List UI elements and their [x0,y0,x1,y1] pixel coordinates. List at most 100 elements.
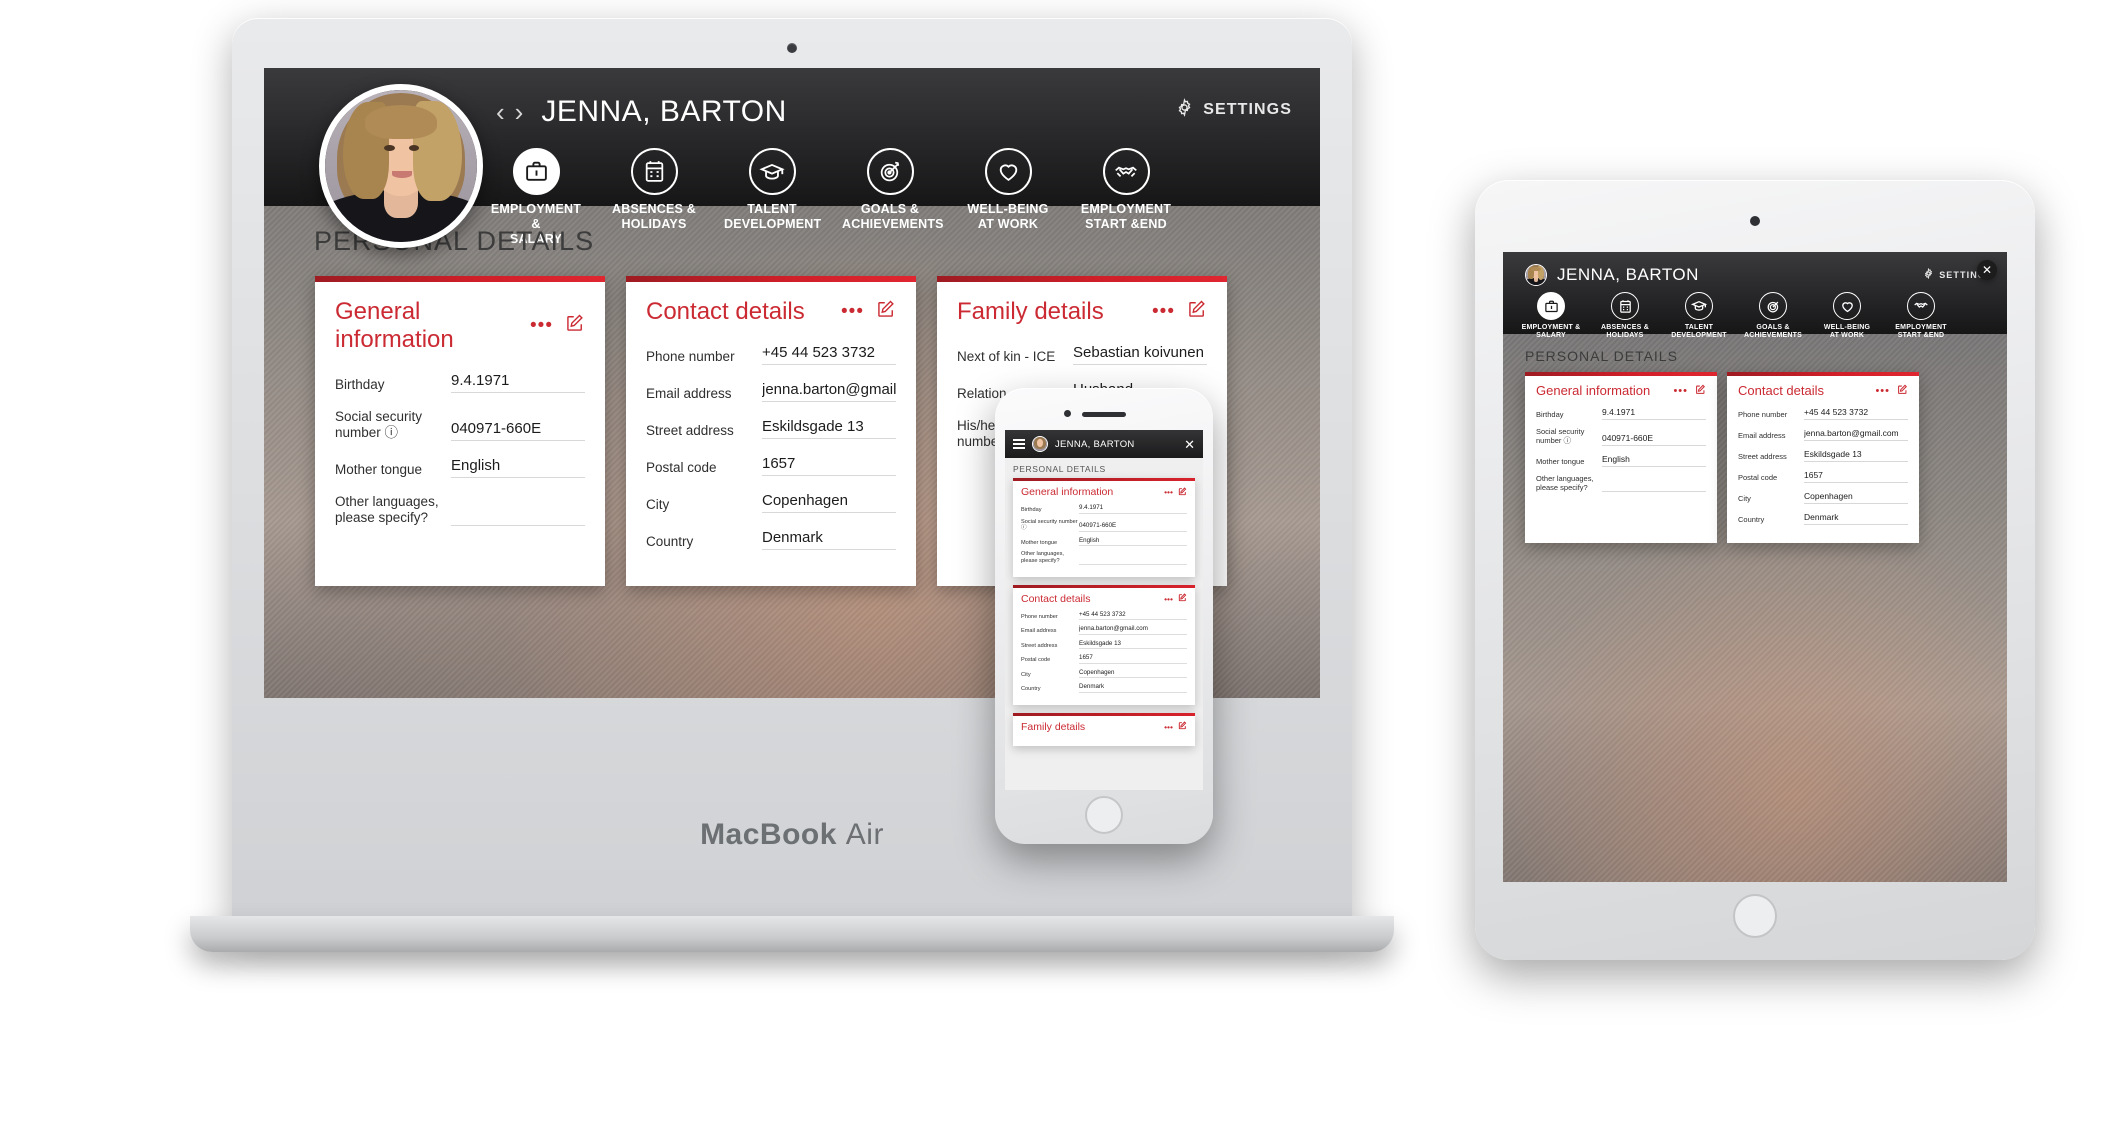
card-general-information: General information ••• Birthday 9.4.197… [1013,478,1195,577]
nav-item-employment-start-end[interactable]: EMPLOYMENT START &END [1078,148,1174,232]
card-title: General information [1536,383,1651,398]
field-value[interactable] [1079,556,1187,565]
field-label: Postal code [1021,657,1051,664]
field-row: Street address Eskildsgade 13 [1021,640,1187,650]
field-value[interactable]: Copenhagen [1079,669,1187,679]
field-value[interactable]: jenna.barton@gmail.com [1804,428,1908,441]
nav-item-employment-start-end[interactable]: EMPLOYMENT START &END [1889,292,1953,341]
field-label: Phone number [1021,613,1058,620]
field-value[interactable]: English [1079,537,1187,547]
field-value[interactable]: English [1602,454,1706,467]
more-options-button[interactable]: ••• [1164,487,1173,497]
edit-pencil-icon[interactable] [1178,486,1187,498]
more-options-button[interactable]: ••• [1673,385,1688,397]
field-value[interactable]: Denmark [1079,683,1187,693]
more-options-button[interactable]: ••• [1875,385,1890,397]
field-row: Social security number ⓘ 040971-660E [1536,427,1706,446]
field-label: Birthday [335,377,385,393]
nav-item-well-being-at-work[interactable]: WELL-BEING AT WORK [1815,292,1879,341]
field-value[interactable]: Eskildsgade 13 [1804,449,1908,462]
edit-pencil-icon[interactable] [565,313,585,339]
field-row: Birthday 9.4.1971 [1536,407,1706,420]
graduation-cap-icon [1685,292,1713,320]
edit-pencil-icon[interactable] [1178,593,1187,604]
edit-pencil-icon[interactable] [1695,384,1706,398]
field-value[interactable]: +45 44 523 3732 [762,344,896,365]
close-button[interactable]: ✕ [1977,260,1997,280]
avatar-portrait [325,90,477,242]
field-value[interactable] [1602,480,1706,493]
field-value[interactable] [451,505,585,526]
record-nav-arrows[interactable]: ‹ › [496,99,523,125]
field-value[interactable]: Eskildsgade 13 [762,418,896,439]
gear-icon [1923,267,1934,281]
nav-label: EMPLOYMENT START &END [1080,202,1172,231]
field-value[interactable]: 040971-660E [451,420,585,441]
nav-item-absences-holidays[interactable]: ABSENCES & HOLIDAYS [1593,292,1657,341]
field-value[interactable]: 1657 [1079,654,1187,664]
tablet-home-button[interactable] [1733,894,1777,938]
card-header: Family details ••• [957,298,1207,326]
field-value[interactable]: Eskildsgade 13 [1079,640,1187,650]
field-value[interactable]: 040971-660E [1602,433,1706,446]
more-options-button[interactable]: ••• [530,315,553,337]
edit-pencil-icon[interactable] [1187,299,1207,325]
field-label: Country [1021,686,1041,693]
card-family-details: Family details ••• [1013,712,1195,746]
field-value[interactable]: English [451,457,585,478]
field-value[interactable]: Copenhagen [762,492,896,513]
field-value[interactable]: 9.4.1971 [1602,407,1706,420]
field-row: City Copenhagen [1021,669,1187,679]
field-value[interactable]: jenna.barton@gmail.com [1079,625,1187,635]
field-value[interactable]: Sebastian koivunen [1073,344,1207,365]
tablet-screen: JENNA, BARTON SETTINGS EMPLOYMENT & SALA… [1503,252,2007,882]
more-options-button[interactable]: ••• [1164,594,1173,604]
nav-item-absences-holidays[interactable]: ABSENCES & HOLIDAYS [606,148,702,232]
nav-item-well-being-at-work[interactable]: WELL-BEING AT WORK [960,148,1056,232]
nav-item-goals-achievements[interactable]: GOALS & ACHIEVEMENTS [842,148,944,232]
field-value[interactable]: 9.4.1971 [451,372,585,393]
field-value[interactable]: Copenhagen [1804,491,1908,504]
field-row: City Copenhagen [646,492,896,513]
tablet-device: JENNA, BARTON SETTINGS EMPLOYMENT & SALA… [1475,180,2035,960]
prev-record-arrow[interactable]: ‹ [496,99,505,125]
field-value[interactable]: 1657 [1804,470,1908,483]
field-label: Email address [1021,628,1057,635]
field-value[interactable]: Denmark [1804,512,1908,525]
settings-button[interactable]: SETTINGS [1175,98,1292,122]
hamburger-menu-icon[interactable] [1013,439,1025,449]
next-record-arrow[interactable]: › [515,99,524,125]
field-value[interactable]: 1657 [762,455,896,476]
nav-item-talent-development[interactable]: TALENT DEVELOPMENT [724,148,821,232]
field-row: Postal code 1657 [1738,470,1908,483]
nav-item-goals-achievements[interactable]: GOALS & ACHIEVEMENTS [1741,292,1805,341]
phone-home-button[interactable] [1085,796,1123,834]
edit-pencil-icon[interactable] [1178,721,1187,732]
card-actions: ••• [1164,486,1187,498]
field-value[interactable]: jenna.barton@gmail.com [762,381,896,402]
field-label: Birthday [1021,506,1042,513]
field-value[interactable]: +45 44 523 3732 [1804,407,1908,420]
cards-container: General information ••• Birthday 9.4.197… [1013,478,1195,746]
field-value[interactable]: 040971-660E [1079,522,1187,532]
edit-pencil-icon[interactable] [876,299,896,325]
nav-item-talent-development[interactable]: TALENT DEVELOPMENT [1667,292,1731,341]
calendar-icon [1611,292,1639,320]
target-icon [866,148,914,195]
app-tablet: JENNA, BARTON SETTINGS EMPLOYMENT & SALA… [1503,252,2007,882]
close-button[interactable]: ✕ [1184,438,1195,451]
cards-container: General information ••• Birthday 9.4.197… [1525,372,1919,543]
field-value[interactable]: Denmark [762,529,896,550]
more-options-button[interactable]: ••• [841,301,864,323]
card-general-information: General information ••• Birthday 9.4.197… [1525,372,1717,543]
more-options-button[interactable]: ••• [1164,722,1173,732]
field-row: Postal code 1657 [646,455,896,476]
page-title: JENNA, BARTON [541,95,787,128]
more-options-button[interactable]: ••• [1152,301,1175,323]
card-title: Contact details [1738,383,1824,398]
field-value[interactable]: 9.4.1971 [1079,504,1187,514]
nav-item-employment-salary[interactable]: EMPLOYMENT & SALARY [1519,292,1583,341]
edit-pencil-icon[interactable] [1897,384,1908,398]
field-row: Country Denmark [1021,683,1187,693]
field-value[interactable]: +45 44 523 3732 [1079,611,1187,621]
